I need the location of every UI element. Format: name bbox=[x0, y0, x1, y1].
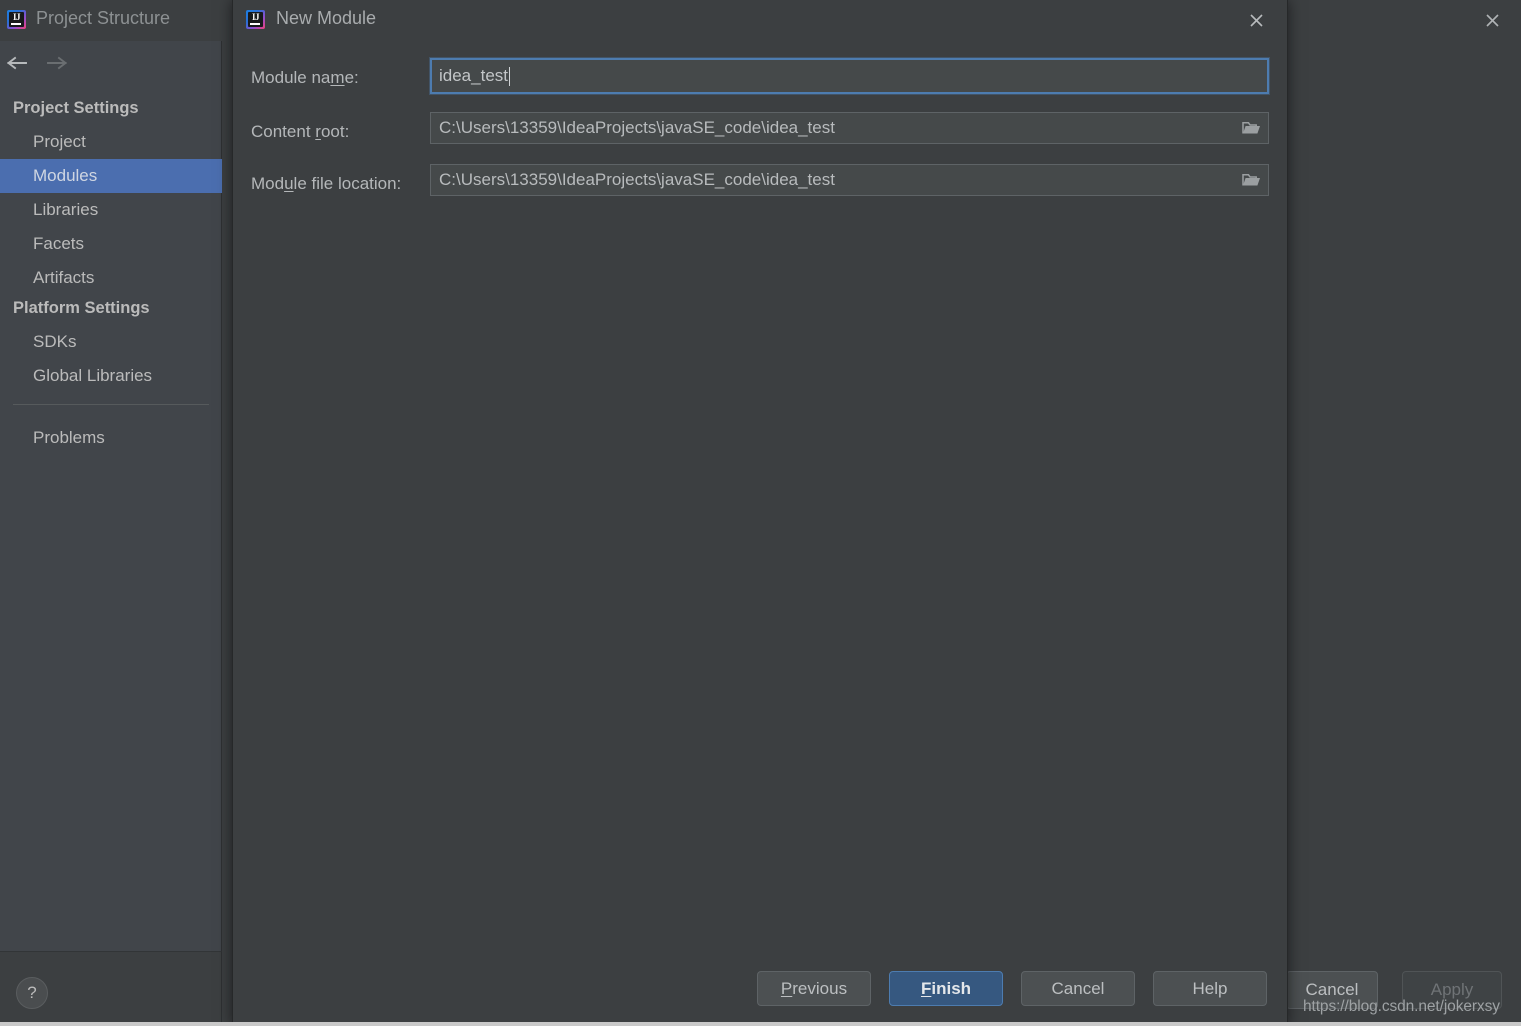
sidebar-item-modules[interactable]: Modules bbox=[0, 159, 222, 193]
module-name-input[interactable]: idea_test bbox=[430, 58, 1269, 94]
taskbar-strip bbox=[0, 1022, 1521, 1026]
project-structure-sidebar: Project Settings Project Modules Librari… bbox=[0, 41, 222, 951]
sidebar-item-problems[interactable]: Problems bbox=[0, 421, 222, 455]
watermark-text: https://blog.csdn.net/jokerxsy bbox=[1303, 998, 1500, 1016]
module-name-input-value: idea_test bbox=[432, 66, 508, 86]
finish-button[interactable]: Finish bbox=[889, 971, 1003, 1006]
intellij-idea-icon: IJ bbox=[246, 10, 265, 29]
back-arrow-icon[interactable] bbox=[4, 51, 30, 75]
content-root-input-value: C:\Users\13359\IdeaProjects\javaSE_code\… bbox=[431, 118, 835, 138]
new-module-dialog: IJ New Module Module name: idea_test Con… bbox=[232, 0, 1288, 1026]
previous-button-mnemonic: P bbox=[781, 979, 792, 999]
text-caret bbox=[509, 67, 510, 86]
sidebar-item-sdks[interactable]: SDKs bbox=[0, 325, 222, 359]
new-module-title: New Module bbox=[276, 8, 376, 29]
module-file-location-input-value: C:\Users\13359\IdeaProjects\javaSE_code\… bbox=[431, 170, 835, 190]
forward-arrow-icon bbox=[44, 51, 70, 75]
previous-button[interactable]: Previous bbox=[757, 971, 871, 1006]
browse-folder-icon[interactable] bbox=[1240, 118, 1262, 138]
content-root-label: Content root: bbox=[251, 122, 349, 142]
module-file-location-label-text-2: le file location: bbox=[294, 174, 402, 193]
content-root-label-text-2: oot: bbox=[321, 122, 349, 141]
module-name-label: Module name: bbox=[251, 68, 359, 88]
module-name-label-text-1: Module na bbox=[251, 68, 330, 87]
finish-button-mnemonic: F bbox=[921, 979, 931, 999]
sidebar-item-project[interactable]: Project bbox=[0, 125, 222, 159]
module-file-location-label: Module file location: bbox=[251, 174, 401, 194]
module-name-label-text-2: e: bbox=[345, 68, 359, 87]
sidebar-item-artifacts[interactable]: Artifacts bbox=[0, 261, 222, 295]
sidebar-divider bbox=[13, 404, 209, 405]
module-file-location-label-mnemonic: u bbox=[284, 174, 293, 193]
help-icon[interactable]: ? bbox=[16, 977, 48, 1009]
sidebar-navigation bbox=[0, 41, 222, 85]
project-structure-help-area: ? bbox=[0, 951, 222, 1026]
module-file-location-input[interactable]: C:\Users\13359\IdeaProjects\javaSE_code\… bbox=[430, 164, 1269, 196]
new-module-titlebar: IJ New Module bbox=[233, 0, 1287, 41]
project-structure-title: Project Structure bbox=[36, 8, 170, 29]
content-root-input[interactable]: C:\Users\13359\IdeaProjects\javaSE_code\… bbox=[430, 112, 1269, 144]
cancel-button[interactable]: Cancel bbox=[1021, 971, 1135, 1006]
sidebar-group-project-settings: Project Settings bbox=[0, 95, 222, 121]
sidebar-item-libraries[interactable]: Libraries bbox=[0, 193, 222, 227]
content-root-label-text-1: Content bbox=[251, 122, 315, 141]
module-name-label-mnemonic: m bbox=[330, 68, 344, 87]
previous-button-text-2: revious bbox=[792, 979, 847, 999]
module-file-location-label-text-1: Mod bbox=[251, 174, 284, 193]
finish-button-text-2: inish bbox=[931, 979, 971, 999]
project-structure-close-icon[interactable] bbox=[1475, 3, 1509, 37]
intellij-idea-icon: IJ bbox=[7, 10, 26, 29]
new-module-close-icon[interactable] bbox=[1239, 3, 1273, 37]
sidebar-item-global-libraries[interactable]: Global Libraries bbox=[0, 359, 222, 393]
sidebar-group-platform-settings: Platform Settings bbox=[0, 295, 222, 321]
sidebar-item-facets[interactable]: Facets bbox=[0, 227, 222, 261]
browse-folder-icon[interactable] bbox=[1240, 170, 1262, 190]
help-button[interactable]: Help bbox=[1153, 971, 1267, 1006]
screen-root: IJ Project Structure bbox=[0, 0, 1521, 1026]
